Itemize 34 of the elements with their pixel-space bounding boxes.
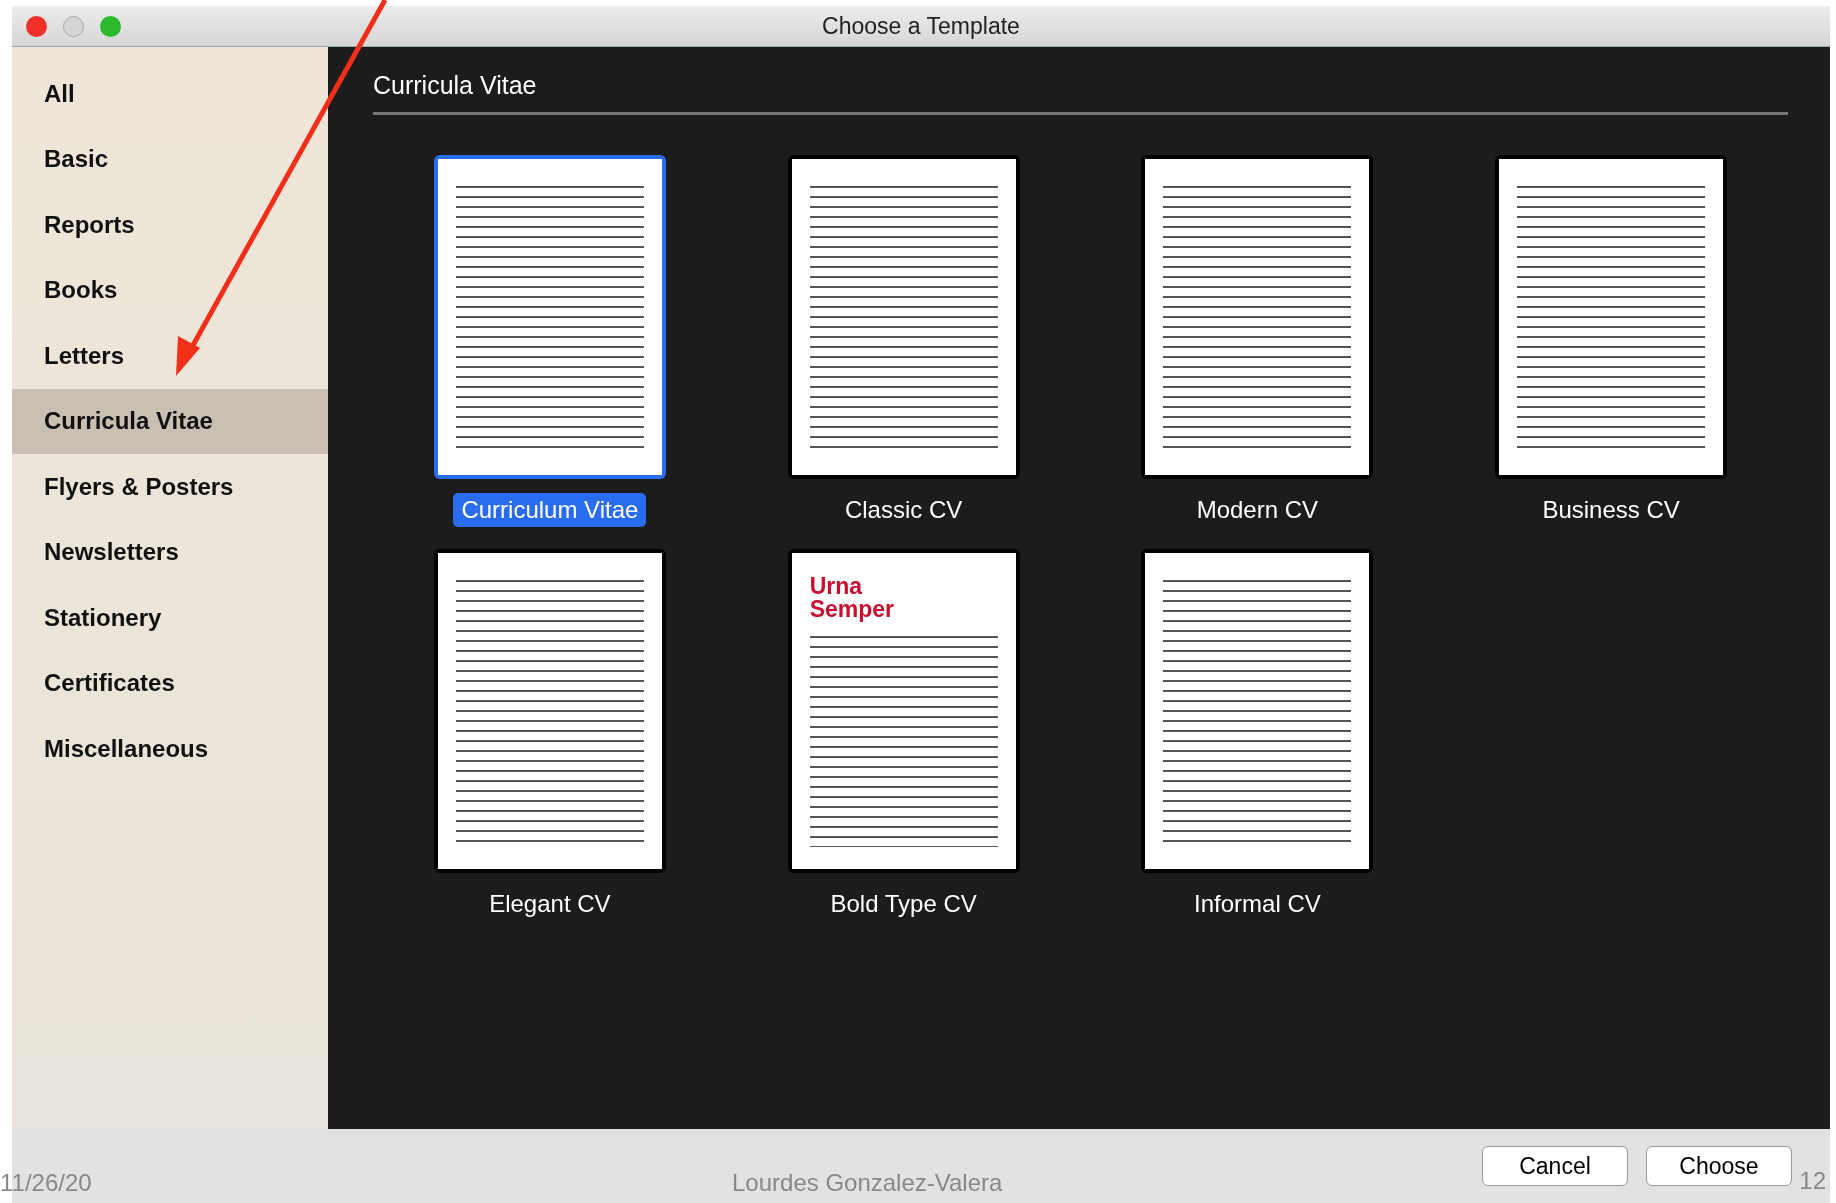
template-thumbnail[interactable]	[1495, 155, 1728, 479]
sidebar-item[interactable]: Flyers & Posters	[12, 454, 328, 520]
slide-date: 11/26/20	[0, 1169, 92, 1197]
sidebar-item[interactable]: Newsletters	[12, 519, 328, 585]
sidebar-item[interactable]: Certificates	[12, 650, 328, 716]
template-thumbnail[interactable]	[433, 549, 666, 873]
close-icon[interactable]	[26, 15, 47, 37]
sidebar-item[interactable]: Stationery	[12, 585, 328, 651]
slide-number: 12	[1799, 1167, 1826, 1195]
template-label: Curriculum Vitae	[453, 493, 647, 527]
template-label: Elegant CV	[488, 889, 612, 919]
dialog-button[interactable]: Cancel	[1482, 1146, 1628, 1186]
template-label: Modern CV	[1195, 495, 1320, 525]
sidebar-item[interactable]: Miscellaneous	[12, 716, 328, 782]
template-label: Informal CV	[1193, 889, 1322, 919]
template-label: Bold Type CV	[829, 889, 978, 919]
template-thumbnail[interactable]	[787, 155, 1020, 479]
sidebar-item[interactable]: Books	[12, 257, 328, 323]
template-thumbnail[interactable]: Urna Semper	[787, 549, 1020, 873]
sidebar-item[interactable]: Curricula Vitae	[12, 388, 328, 454]
template-thumbnail[interactable]	[1141, 155, 1374, 479]
template-thumbnail[interactable]	[1141, 549, 1374, 873]
section-title: Curricula Vitae	[373, 67, 1788, 115]
template-thumbnail[interactable]	[433, 155, 666, 479]
template-label: Classic CV	[843, 495, 964, 525]
window-title: Choose a Template	[822, 12, 1020, 40]
sidebar-item[interactable]: Basic	[12, 126, 328, 192]
dialog-button[interactable]: Choose	[1646, 1146, 1792, 1186]
sidebar-item[interactable]: Letters	[12, 323, 328, 389]
sidebar-item[interactable]: All	[12, 61, 328, 127]
document-heading: Urna Semper	[809, 575, 895, 621]
slide-author: Lourdes Gonzalez-Valera	[732, 1169, 1003, 1197]
sidebar-item[interactable]: Reports	[12, 192, 328, 258]
template-label: Business CV	[1541, 495, 1681, 525]
